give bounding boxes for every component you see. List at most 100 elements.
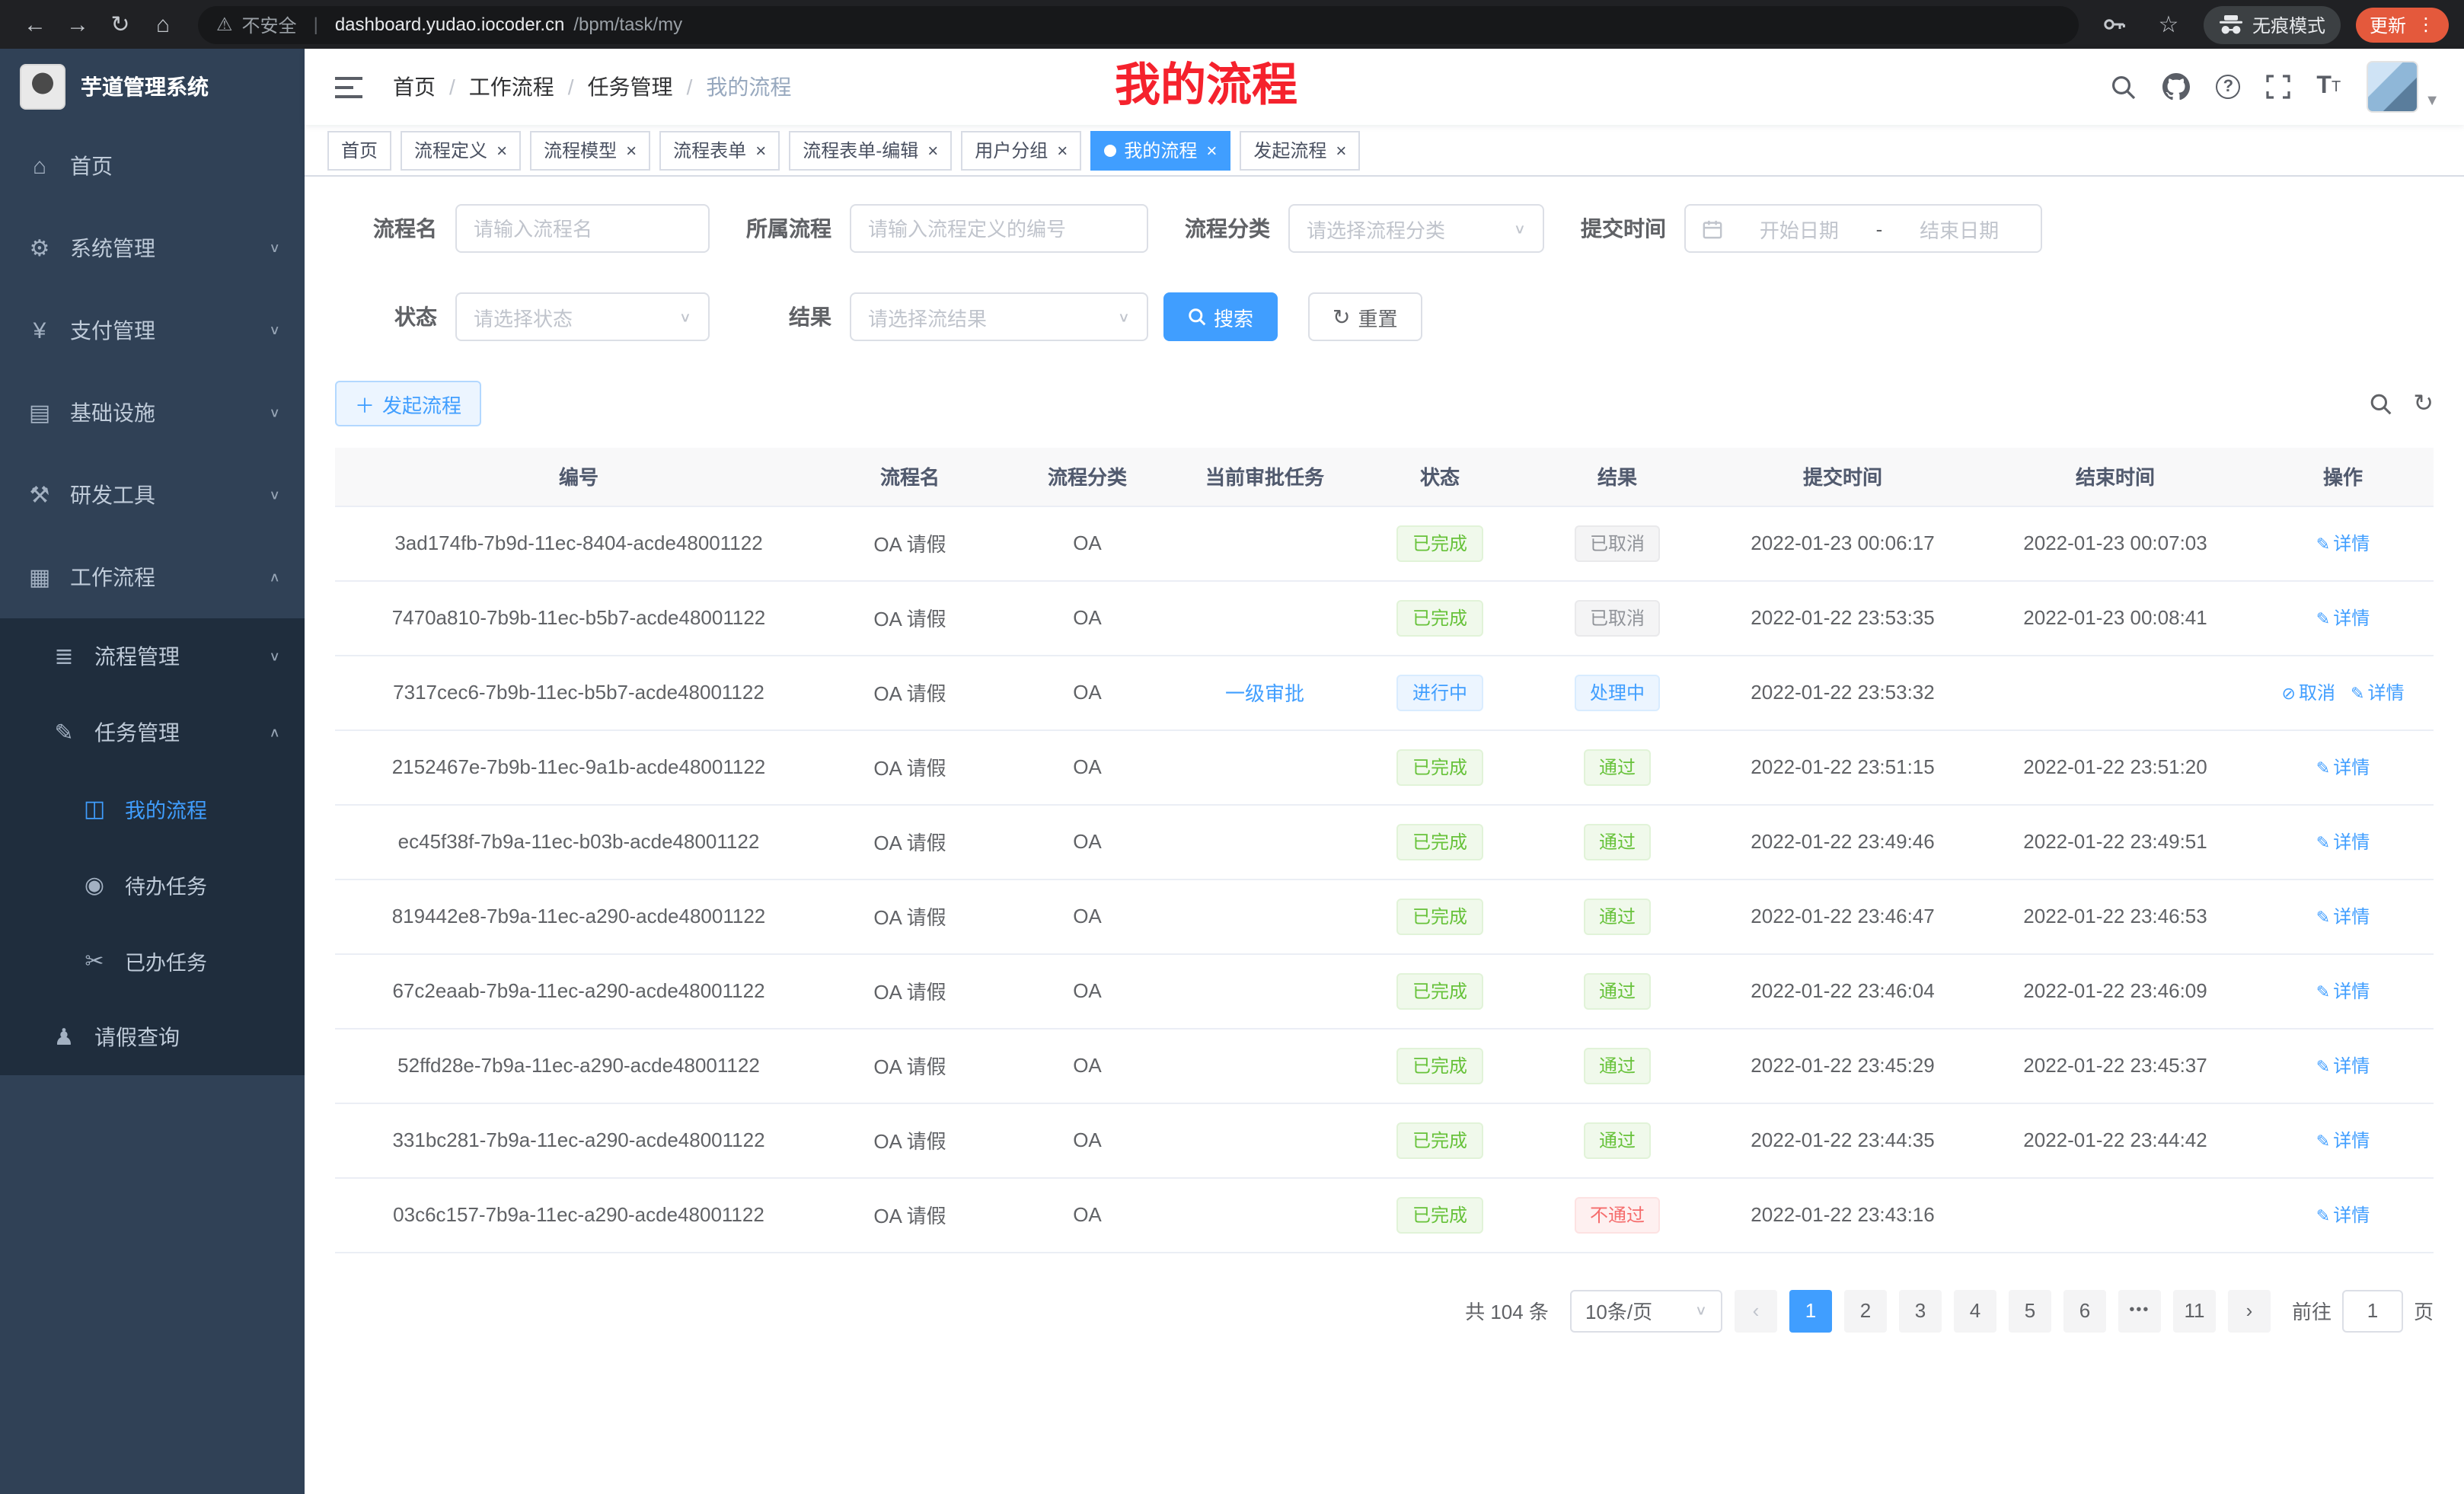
refresh-table-icon[interactable]: ↻ (2413, 388, 2434, 419)
sidebar-item-infra[interactable]: ▤基础设施∨ (0, 372, 305, 454)
breadcrumb-item[interactable]: 工作流程 (469, 72, 554, 102)
url-path[interactable]: /bpm/task/my (573, 14, 682, 35)
hamburger-icon[interactable] (329, 75, 369, 98)
user-menu[interactable]: ▼ (2367, 61, 2440, 113)
font-size-icon[interactable]: TT (2316, 73, 2341, 101)
close-icon[interactable]: × (626, 139, 637, 161)
pager-page-5[interactable]: 5 (2009, 1289, 2051, 1332)
sidebar-item-todo-tasks[interactable]: ◉待办任务 (0, 847, 305, 923)
detail-link[interactable]: ✎详情 (2316, 533, 2370, 554)
update-button[interactable]: 更新 ⋮ (2356, 7, 2449, 42)
owner-process-input[interactable] (868, 217, 1130, 240)
sidebar-item-workflow[interactable]: ▦工作流程∧ (0, 536, 305, 618)
fullscreen-icon[interactable] (2266, 75, 2290, 99)
tab-process-form[interactable]: 流程表单 × (659, 130, 780, 170)
category-select[interactable]: 请选择流程分类 ∨ (1288, 204, 1544, 253)
detail-link[interactable]: ✎详情 (2316, 1130, 2370, 1151)
close-icon[interactable]: × (1057, 139, 1068, 161)
bookmark-star-icon[interactable]: ☆ (2149, 5, 2188, 44)
close-icon[interactable]: × (927, 139, 938, 161)
pager-page-2[interactable]: 2 (1844, 1289, 1887, 1332)
detail-link[interactable]: ✎详情 (2316, 1205, 2370, 1226)
address-bar[interactable]: ⚠ 不安全 | dashboard.yudao.iocoder.cn /bpm/… (198, 5, 2079, 43)
tab-start-process[interactable]: 发起流程× (1240, 130, 1360, 170)
workflow-icon: ▦ (24, 563, 55, 591)
end-date-placeholder[interactable]: 结束日期 (1894, 214, 2024, 243)
page-size-select[interactable]: 10条/页 ∨ (1570, 1289, 1722, 1332)
column-header: 状态 (1352, 448, 1527, 506)
avatar[interactable] (2367, 61, 2418, 113)
tab-home[interactable]: 首页 (327, 130, 391, 170)
breadcrumb-separator: / (449, 75, 455, 99)
toggle-search-icon[interactable] (2369, 392, 2392, 415)
start-date-placeholder[interactable]: 开始日期 (1735, 214, 1864, 243)
start-process-button[interactable]: ＋ 发起流程 (335, 381, 481, 426)
detail-link[interactable]: ✎详情 (2316, 1055, 2370, 1077)
search-button[interactable]: 搜索 (1163, 292, 1278, 341)
detail-link[interactable]: ✎详情 (2316, 981, 2370, 1002)
tab-user-group[interactable]: 用户分组× (961, 130, 1081, 170)
tab-process-form-edit[interactable]: 流程表单-编辑× (789, 130, 952, 170)
pager-ellipsis[interactable]: ••• (2118, 1289, 2161, 1332)
status-select[interactable]: 请选择状态 ∨ (455, 292, 710, 341)
breadcrumb-item[interactable]: 任务管理 (588, 72, 673, 102)
close-icon[interactable]: × (1206, 139, 1217, 161)
close-icon[interactable]: × (496, 139, 507, 161)
reset-button[interactable]: ↻ 重置 (1308, 292, 1422, 341)
security-label[interactable]: 不安全 (242, 11, 297, 37)
next-page-button[interactable]: › (2228, 1289, 2271, 1332)
date-range-picker[interactable]: 开始日期 - 结束日期 (1684, 204, 2042, 253)
home-icon[interactable]: ⌂ (143, 5, 183, 44)
pager-page-3[interactable]: 3 (1899, 1289, 1942, 1332)
back-icon[interactable]: ← (15, 5, 55, 44)
sidebar-item-my-process[interactable]: ◫我的流程 (0, 771, 305, 847)
forward-icon[interactable]: → (58, 5, 97, 44)
app-logo[interactable]: 芋道管理系统 (0, 49, 305, 125)
warning-icon[interactable]: ⚠ (216, 14, 233, 35)
github-icon[interactable] (2162, 73, 2190, 101)
pager-page-1[interactable]: 1 (1789, 1289, 1832, 1332)
tab-process-definition[interactable]: 流程定义× (401, 130, 521, 170)
current-task-link[interactable]: 一级审批 (1225, 682, 1304, 705)
cell-id: 3ad174fb-7b9d-11ec-8404-acde48001122 (335, 506, 822, 580)
sidebar-item-payment[interactable]: ¥支付管理∨ (0, 289, 305, 372)
goto-page-input[interactable] (2342, 1289, 2403, 1332)
browser-menu-dots-icon[interactable]: ⋮ (2417, 14, 2435, 35)
pager-page-11[interactable]: 11 (2173, 1289, 2216, 1332)
detail-link[interactable]: ✎详情 (2316, 608, 2370, 629)
tab-label: 流程表单 (673, 137, 746, 163)
sidebar-item-leave-query[interactable]: ♟请假查询 (0, 999, 305, 1075)
breadcrumb-item[interactable]: 首页 (393, 72, 436, 102)
process-name-input[interactable] (474, 217, 691, 240)
detail-link[interactable]: ✎详情 (2316, 757, 2370, 778)
cancel-link[interactable]: ⊘取消 (2282, 682, 2335, 704)
url-host[interactable]: dashboard.yudao.iocoder.cn (335, 14, 565, 35)
sidebar-item-home[interactable]: ⌂首页 (0, 125, 305, 207)
cell-task (1177, 804, 1352, 879)
search-icon[interactable] (2111, 74, 2137, 100)
key-icon[interactable] (2094, 5, 2134, 44)
pager-page-6[interactable]: 6 (2063, 1289, 2106, 1332)
close-icon[interactable]: × (1336, 139, 1346, 161)
result-select[interactable]: 请选择流结果 ∨ (850, 292, 1148, 341)
cell-name: OA 请假 (822, 1103, 997, 1177)
status-tag: 已完成 (1397, 1047, 1483, 1084)
sidebar-item-done-tasks[interactable]: ✂已办任务 (0, 923, 305, 999)
sidebar-item-process-mgmt[interactable]: ≣流程管理∨ (0, 618, 305, 694)
close-icon[interactable]: × (755, 139, 766, 161)
tab-my-process[interactable]: 我的流程× (1090, 130, 1230, 170)
incognito-badge[interactable]: 无痕模式 (2204, 5, 2341, 43)
help-icon[interactable]: ? (2216, 75, 2240, 99)
detail-link[interactable]: ✎详情 (2316, 832, 2370, 853)
sidebar-item-system[interactable]: ⚙系统管理∨ (0, 207, 305, 289)
sidebar-item-devtools[interactable]: ⚒研发工具∨ (0, 454, 305, 536)
tab-process-model[interactable]: 流程模型× (530, 130, 650, 170)
pager-page-4[interactable]: 4 (1954, 1289, 1996, 1332)
detail-link[interactable]: ✎详情 (2316, 906, 2370, 927)
detail-link[interactable]: ✎详情 (2351, 682, 2404, 704)
cell-status: 已完成 (1352, 953, 1527, 1028)
sidebar-item-task-mgmt[interactable]: ✎任务管理∧ (0, 694, 305, 771)
reload-icon[interactable]: ↻ (101, 5, 140, 44)
browser-toolbar: ← → ↻ ⌂ ⚠ 不安全 | dashboard.yudao.iocoder.… (0, 0, 2464, 49)
prev-page-button[interactable]: ‹ (1735, 1289, 1777, 1332)
